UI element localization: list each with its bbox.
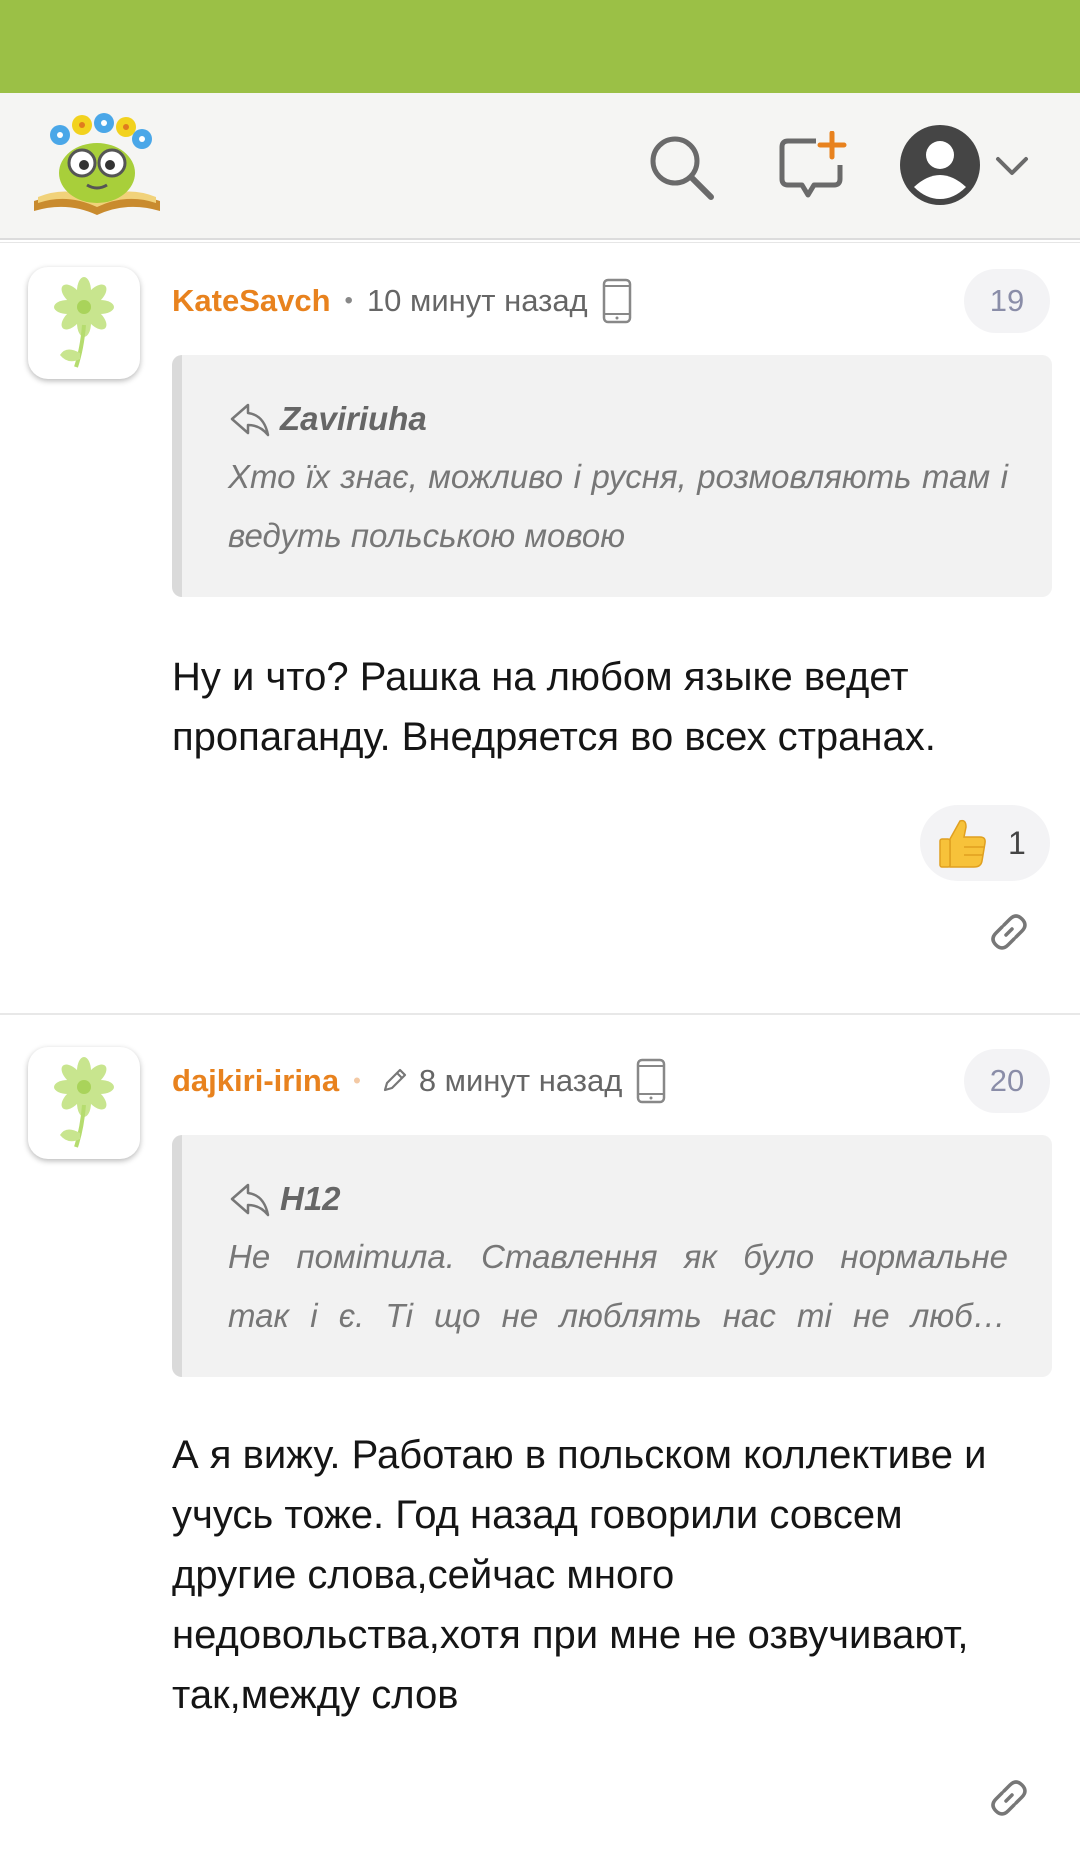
new-message-icon[interactable] [776, 131, 848, 203]
quote-author: H12 [228, 1175, 1008, 1223]
reply-arrow-icon [230, 403, 270, 437]
book-mascot-logo[interactable] [32, 111, 162, 221]
top-navigation [0, 93, 1080, 240]
avatar[interactable] [28, 1047, 140, 1159]
search-icon[interactable] [645, 131, 717, 203]
meta-separator-dot: • [344, 287, 353, 314]
quoted-reply[interactable]: H12 Не помітила. Ставлення як було норма… [172, 1135, 1052, 1377]
quote-text-line-2: так і є. Ті що не люблять нас ті не люби… [228, 1297, 1008, 1334]
thumbs-up-icon [939, 819, 986, 868]
user-avatar-icon[interactable] [898, 123, 982, 207]
quoted-reply[interactable]: Zaviriuha Хто їх знає, можливо і русня, … [172, 355, 1052, 597]
comment: KateSavch • 10 минут назад 19 Zaviriuha … [0, 243, 1080, 1013]
comment-meta: KateSavch • 10 минут назад [172, 277, 632, 325]
meta-separator-dot: • [353, 1068, 361, 1093]
comment-body: Ну и что? Рашка на любом языке ведет про… [172, 655, 936, 759]
chevron-down-icon[interactable] [994, 149, 1030, 185]
like-count: 1 [1008, 824, 1026, 861]
flower-avatar-icon [54, 277, 114, 368]
comment-body: А я вижу. Работаю в польском коллективе … [172, 1433, 987, 1717]
avatar[interactable] [28, 267, 140, 379]
edited-pencil-icon [383, 1068, 406, 1092]
mobile-phone-icon [637, 1058, 666, 1104]
comment-timestamp[interactable]: 10 минут назад [367, 283, 588, 319]
comment-meta: dajkiri-irina • 8 минут назад [172, 1057, 666, 1105]
comment: dajkiri-irina • 8 минут назад 20 H12 Не … [0, 1015, 1080, 1869]
permalink-icon[interactable] [986, 1775, 1032, 1821]
flower-avatar-icon [54, 1057, 114, 1148]
comment-username[interactable]: dajkiri-irina [172, 1063, 339, 1099]
quote-text-line-1: Не помітила. Ставлення як було нормальне [228, 1238, 1008, 1275]
comment-username[interactable]: KateSavch [172, 283, 331, 319]
like-button[interactable]: 1 [920, 805, 1050, 881]
quote-author-name: H12 [280, 1180, 341, 1217]
mobile-phone-icon [602, 278, 631, 324]
permalink-icon[interactable] [986, 909, 1032, 955]
quote-author: Zaviriuha [228, 395, 1008, 443]
quote-text: Хто їх знає, можливо і русня, розмовляют… [228, 458, 1008, 554]
comment-timestamp[interactable]: 8 минут назад [419, 1063, 622, 1099]
comment-number-badge[interactable]: 19 [964, 269, 1050, 333]
comment-number-badge[interactable]: 20 [964, 1049, 1050, 1113]
quote-author-name: Zaviriuha [280, 400, 427, 437]
status-bar [0, 0, 1080, 93]
reply-arrow-icon [230, 1183, 270, 1217]
